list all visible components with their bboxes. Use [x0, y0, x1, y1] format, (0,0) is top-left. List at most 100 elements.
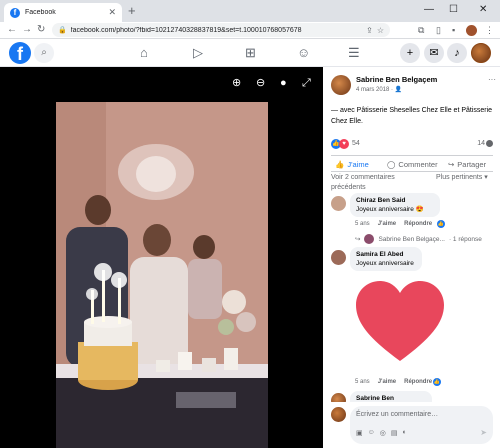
comment-like-link[interactable]: J'aime — [378, 379, 396, 385]
divider — [331, 155, 493, 156]
birthday-scene-illustration — [56, 102, 268, 448]
comment-time[interactable]: 5 ans — [355, 221, 370, 227]
commenter-avatar[interactable] — [331, 250, 346, 265]
maximize-button[interactable]: ☐ — [449, 3, 458, 17]
comment-like-link[interactable]: J'aime — [378, 221, 396, 227]
extension-icon[interactable]: ⧉ — [418, 24, 424, 36]
comment-input[interactable]: Écrivez un commentaire… ▣ ☺ ◎ ▤ ◐ ➤ — [350, 406, 493, 444]
zoom-in-icon[interactable]: ⊕ — [232, 77, 241, 89]
share-icon: ↪ — [448, 160, 455, 169]
photo-viewer: ⊕ ⊖ ● ⤢ — [0, 67, 323, 448]
commenter-name[interactable]: Chiraz Ben Said — [356, 196, 434, 205]
reply-avatar — [364, 234, 375, 244]
bookmark-icon[interactable]: ▪ — [452, 24, 455, 36]
camera-icon[interactable]: ◎ — [380, 429, 386, 437]
search-icon[interactable]: ⌕ — [34, 43, 54, 63]
send-icon[interactable]: ➤ — [480, 428, 487, 437]
side-panel-icon[interactable]: ▯ — [436, 24, 441, 36]
comment-button-label: Commenter — [398, 160, 438, 169]
comment-reply-link[interactable]: Répondre — [404, 379, 432, 385]
commenter-avatar[interactable] — [331, 196, 346, 211]
url-text[interactable]: facebook.com/photo/?fbid=102127403288378… — [71, 27, 362, 34]
comment-like-icon: 👍 — [433, 378, 441, 386]
more-options-icon[interactable]: ··· — [488, 75, 496, 84]
tag-icon[interactable]: ● — [280, 77, 287, 89]
comment-meta: 5 ans J'aime Répondre — [355, 221, 432, 227]
comment-bubble: Samira El Abed Joyeux anniversaire — [350, 247, 422, 271]
share-button[interactable]: ↪ Partager — [448, 160, 486, 169]
comment-count-icon — [486, 140, 493, 147]
new-tab-button[interactable]: + — [128, 3, 136, 19]
sticker-icon[interactable]: ▣ — [356, 429, 363, 437]
omnibox[interactable]: 🔒 facebook.com/photo/?fbid=1021274032883… — [52, 23, 390, 37]
minimize-button[interactable]: — — [424, 3, 434, 17]
comment-sort-dropdown[interactable]: Plus pertinents ▾ — [436, 173, 491, 183]
reply-count: · 1 réponse — [448, 235, 482, 243]
tab-title: Facebook — [25, 9, 56, 16]
author-avatar[interactable] — [331, 75, 351, 95]
facebook-favicon-icon: f — [10, 7, 20, 18]
comment-meta: 5 ans J'aime Répondre — [355, 379, 432, 385]
like-button-label: J'aime — [347, 160, 369, 169]
forward-icon[interactable]: → — [22, 23, 32, 37]
lock-icon: 🔒 — [58, 27, 67, 34]
browser-tab-bar: f Facebook ✕ + — ☐ ✕ — [0, 0, 500, 22]
browser-tab[interactable]: f Facebook ✕ — [4, 3, 122, 22]
browser-profile-avatar[interactable] — [466, 25, 477, 36]
author-name[interactable]: Sabrine Ben Belgaçem — [356, 75, 437, 84]
heart-icon — [350, 273, 450, 373]
post-date[interactable]: 4 mars 2018 · 👤 — [356, 86, 402, 93]
composer-avatar — [331, 407, 346, 422]
replies-link[interactable]: ↪ Sabrine Ben Belgaçe... · 1 réponse — [355, 234, 482, 244]
create-button[interactable]: + — [400, 43, 420, 63]
post-side-panel: Sabrine Ben Belgaçem 4 mars 2018 · 👤 ···… — [323, 67, 500, 448]
composer-tools: ▣ ☺ ◎ ▤ ◐ — [356, 429, 407, 437]
reply-author: Sabrine Ben Belgaçe... — [378, 235, 445, 243]
emoji-icon[interactable]: ☺ — [368, 429, 375, 437]
comment-composer: Écrivez un commentaire… ▣ ☺ ◎ ▤ ◐ ➤ — [323, 402, 500, 448]
comment-count[interactable]: 14 — [477, 140, 485, 147]
gif-icon[interactable]: ▤ — [391, 429, 398, 437]
back-icon[interactable]: ← — [7, 23, 17, 37]
bookmark-star-icon[interactable]: ☆ — [377, 26, 384, 35]
comment-reply-link[interactable]: Répondre — [404, 221, 432, 227]
share-button-label: Partager — [457, 160, 487, 169]
facebook-logo[interactable]: f — [9, 42, 31, 64]
share-page-icon[interactable]: ⇪ — [366, 26, 373, 35]
zoom-out-icon[interactable]: ⊖ — [256, 77, 265, 89]
avatar-sticker-icon[interactable]: ◐ — [403, 429, 407, 437]
reply-arrow-icon: ↪ — [355, 236, 361, 243]
birthday-photo — [56, 102, 268, 448]
watch-icon[interactable]: ▷ — [193, 45, 203, 61]
tab-close-icon[interactable]: ✕ — [108, 7, 116, 18]
reload-icon[interactable]: ↻ — [37, 23, 45, 37]
menu-icon[interactable]: ☰ — [348, 45, 360, 61]
like-button[interactable]: 👍 J'aime — [335, 160, 369, 169]
comment-text: Joyeux anniversaire — [356, 260, 414, 267]
notifications-icon[interactable]: ♪ — [447, 43, 467, 63]
account-avatar[interactable] — [471, 43, 491, 63]
commenter-name[interactable]: Samira El Abed — [356, 250, 416, 259]
comment-input-placeholder: Écrivez un commentaire… — [356, 411, 439, 418]
comment-like-icon: 👍 — [437, 220, 445, 228]
close-window-button[interactable]: ✕ — [479, 3, 487, 17]
groups-icon[interactable]: ☺ — [297, 45, 310, 61]
comment-icon: ◯ — [387, 160, 396, 169]
comment-bubble: Chiraz Ben Said Joyeux anniversaire 😍 — [350, 193, 440, 217]
browser-menu-icon[interactable]: ⋮ — [485, 24, 494, 36]
fullscreen-icon[interactable]: ⤢ — [302, 77, 311, 89]
address-bar-row: ← → ↻ 🔒 facebook.com/photo/?fbid=1021274… — [0, 22, 500, 39]
view-previous-comments[interactable]: Voir 2 commentaires précédents — [331, 173, 426, 193]
thumbs-up-icon: 👍 — [335, 160, 345, 169]
reaction-count[interactable]: 54 — [352, 140, 360, 147]
marketplace-icon[interactable]: ⊞ — [245, 45, 256, 61]
comment-button[interactable]: ◯ Commenter — [387, 160, 438, 169]
messenger-icon[interactable]: ✉ — [424, 43, 444, 63]
love-reaction-icon: ♥ — [339, 139, 349, 149]
comment-time[interactable]: 5 ans — [355, 379, 370, 385]
comment-text: Joyeux anniversaire 😍 — [356, 206, 424, 213]
post-text: — avec Pâtisserie Sheselles Chez Elle et… — [331, 107, 493, 125]
home-icon[interactable]: ⌂ — [140, 45, 148, 61]
divider — [331, 171, 493, 172]
reactions-row: 👍 ♥ 54 14 — [331, 139, 493, 151]
